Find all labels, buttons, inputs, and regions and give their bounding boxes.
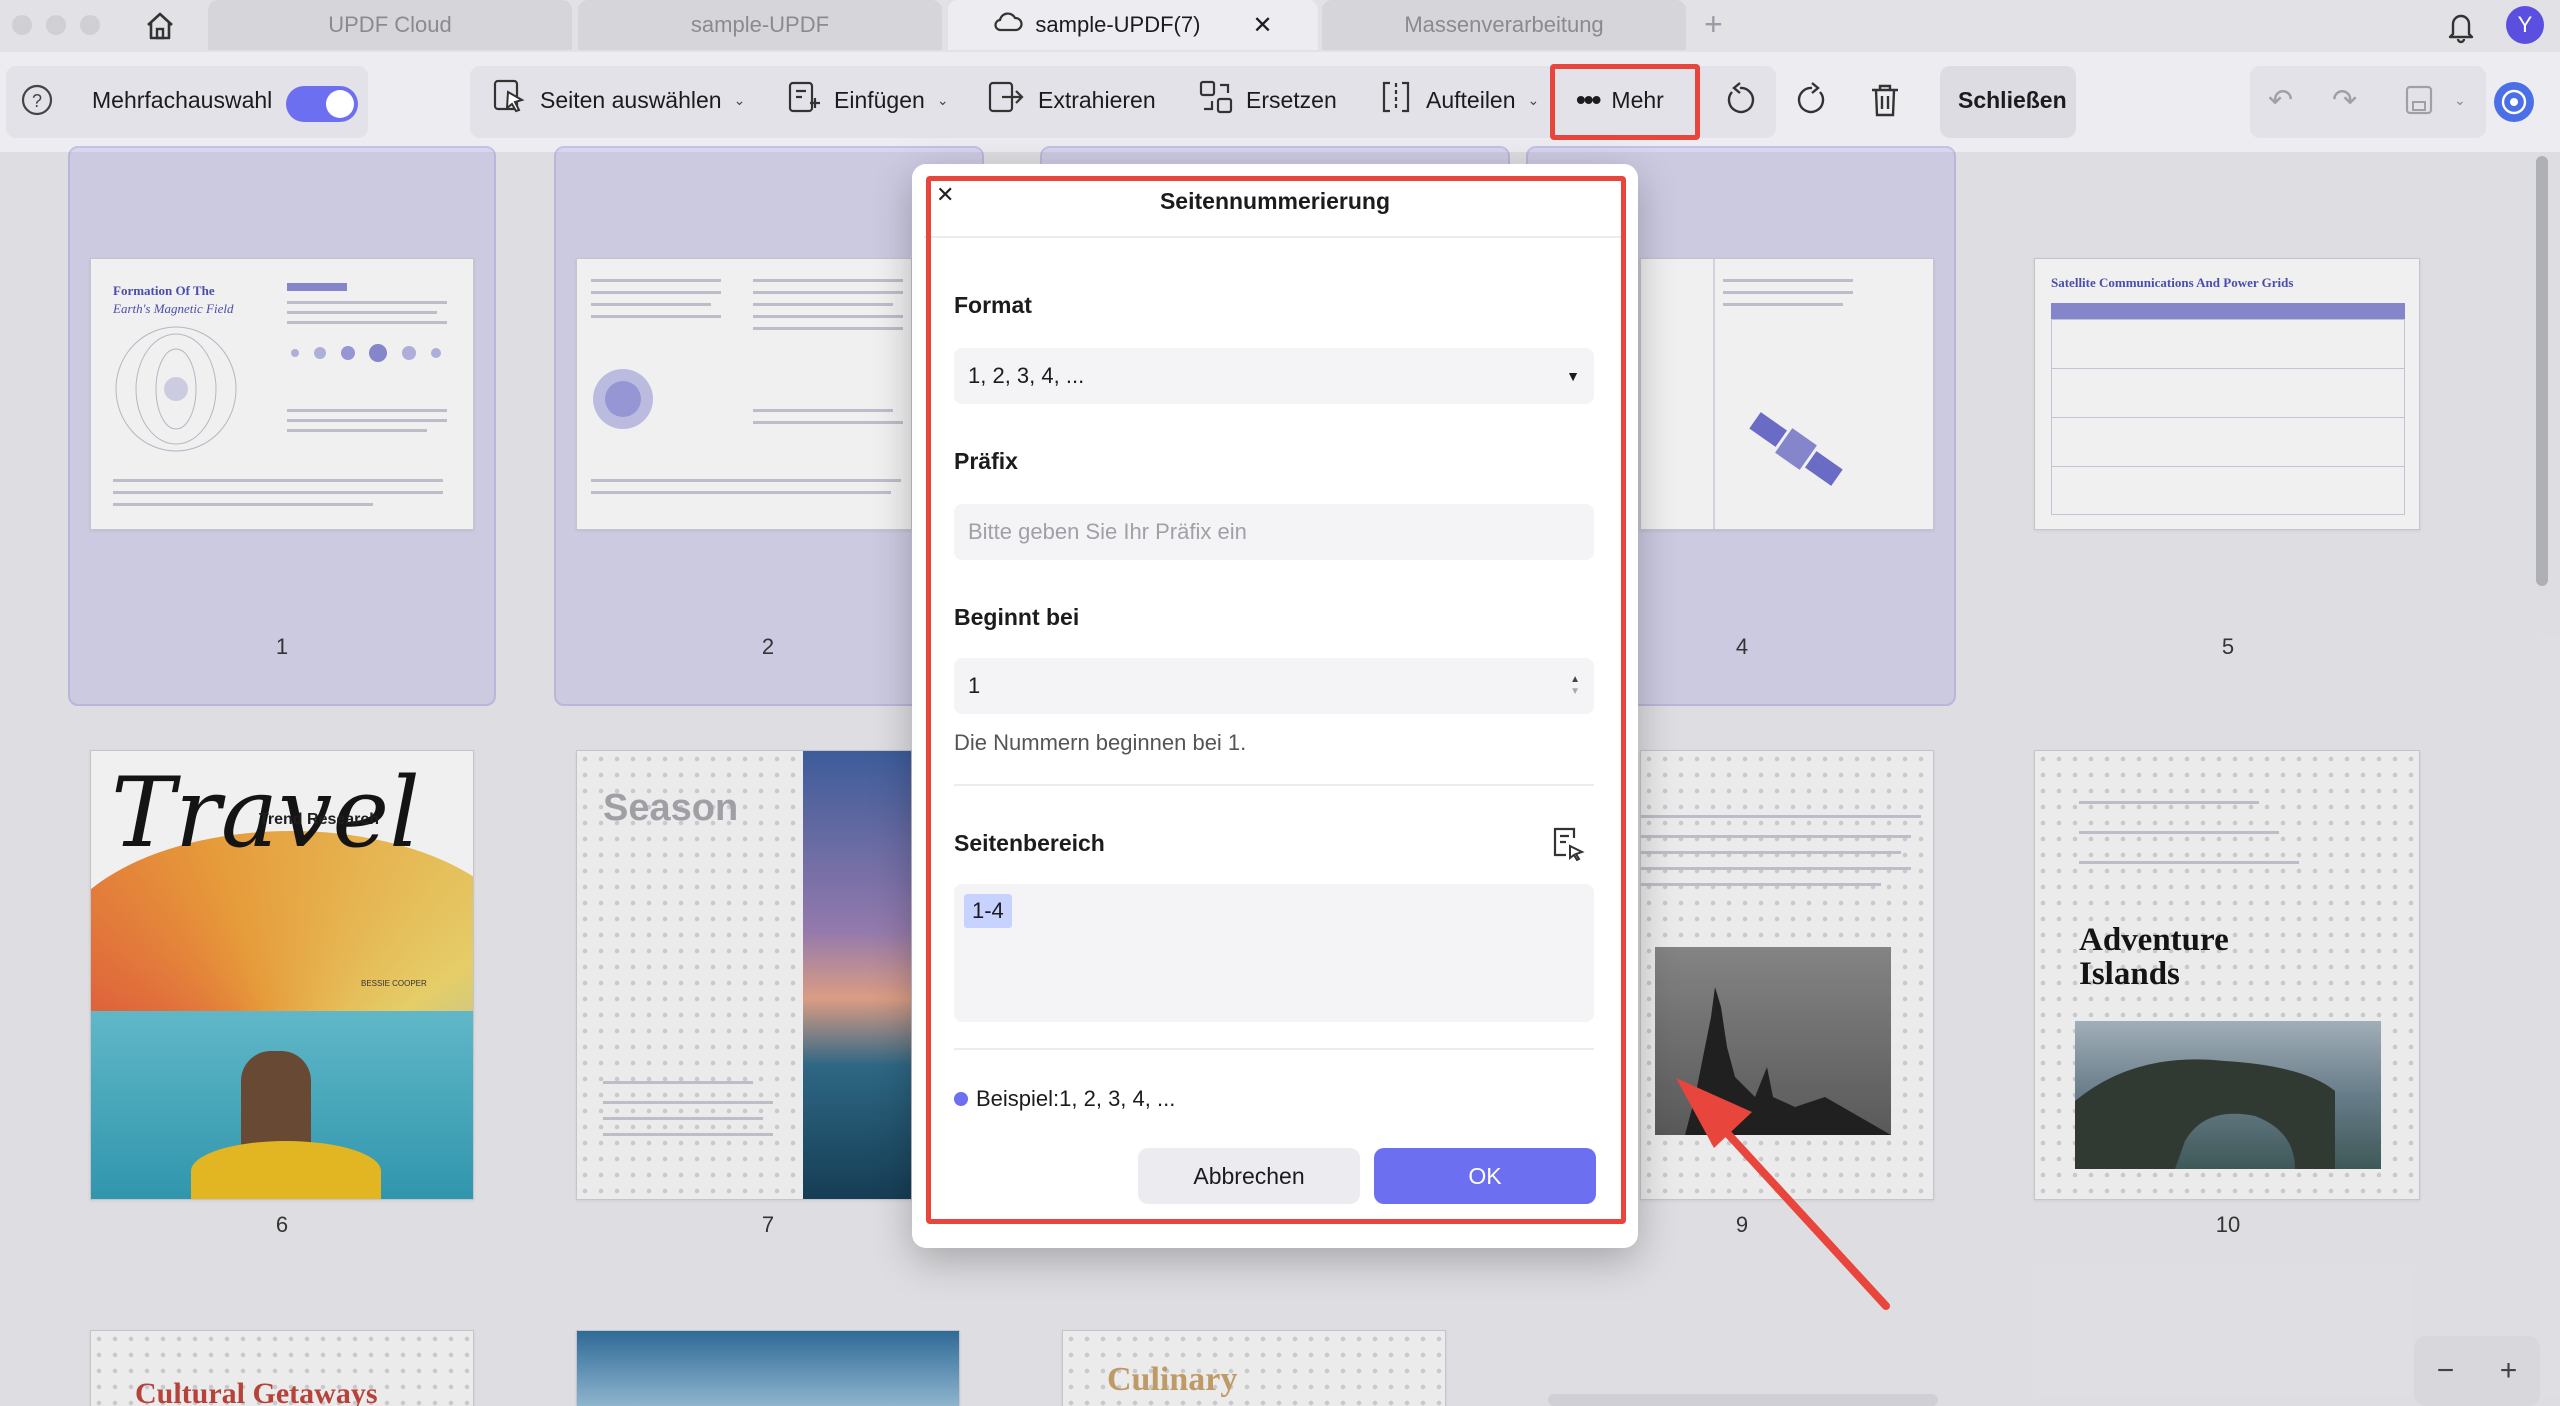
multi-select-toggle[interactable]: [286, 86, 358, 122]
annotation-arrow: [1676, 1078, 1890, 1310]
extract-icon: [986, 79, 1026, 121]
cursor-select-icon: [492, 78, 528, 122]
tab-updf-cloud[interactable]: UPDF Cloud: [208, 0, 572, 50]
split-button[interactable]: Aufteilen ⌄: [1378, 70, 1539, 130]
new-tab-plus-icon[interactable]: +: [1704, 6, 1723, 43]
trash-icon[interactable]: [1868, 70, 1902, 130]
insert-button[interactable]: Einfügen ⌄: [786, 70, 949, 130]
close-button[interactable]: Schließen: [1958, 70, 2067, 130]
rotate-right-icon[interactable]: [1794, 70, 1830, 130]
window-close-light[interactable]: [12, 15, 32, 35]
split-icon: [1378, 79, 1414, 121]
rotate-left-icon[interactable]: [1722, 70, 1758, 130]
chevron-down-icon[interactable]: ⌄: [2454, 70, 2466, 130]
multi-select-label: Mehrfachauswahl: [92, 86, 273, 113]
replace-icon: [1198, 79, 1234, 121]
save-icon[interactable]: [2404, 70, 2434, 130]
split-label: Aufteilen: [1426, 86, 1516, 113]
bell-icon[interactable]: [2444, 8, 2478, 49]
close-tab-icon[interactable]: ✕: [1252, 11, 1272, 40]
toolbar: ? Mehrfachauswahl Seiten auswählen ⌄ Ein…: [0, 52, 2560, 152]
tab-label: Massenverarbeitung: [1404, 12, 1604, 37]
help-icon[interactable]: ?: [20, 70, 54, 130]
undo-icon[interactable]: ↶: [2268, 70, 2293, 130]
svg-text:?: ?: [32, 91, 42, 111]
home-icon[interactable]: [140, 8, 180, 44]
tab-label: sample-UPDF: [690, 12, 830, 37]
more-highlight-box: [1550, 64, 1700, 140]
replace-label: Ersetzen: [1246, 86, 1337, 113]
user-avatar[interactable]: Y: [2506, 6, 2544, 44]
chevron-down-icon: ⌄: [733, 91, 746, 108]
replace-button[interactable]: Ersetzen: [1198, 70, 1337, 130]
window-minimize-light[interactable]: [46, 15, 66, 35]
extract-button[interactable]: Extrahieren: [986, 70, 1156, 130]
tab-bar: UPDF Cloud sample-UPDF sample-UPDF(7) ✕ …: [0, 0, 2560, 52]
tab-label: UPDF Cloud: [328, 12, 452, 37]
cloud-icon: [993, 11, 1024, 39]
chevron-down-icon: ⌄: [936, 91, 949, 108]
redo-icon[interactable]: ↷: [2332, 70, 2357, 130]
tab-label: sample-UPDF(7): [1035, 12, 1201, 37]
extract-label: Extrahieren: [1038, 86, 1156, 113]
window-zoom-light[interactable]: [80, 15, 100, 35]
chevron-down-icon: ⌄: [1527, 91, 1540, 108]
dialog-highlight-box: [926, 176, 1626, 1224]
insert-page-icon: [786, 79, 822, 121]
insert-label: Einfügen: [834, 86, 925, 113]
tab-massenverarbeitung[interactable]: Massenverarbeitung: [1322, 0, 1686, 50]
select-pages-button[interactable]: Seiten auswählen ⌄: [492, 70, 745, 130]
tab-sample-updf[interactable]: sample-UPDF: [578, 0, 942, 50]
ai-assistant-icon[interactable]: [2494, 82, 2534, 122]
select-pages-label: Seiten auswählen: [540, 86, 722, 113]
tab-sample-updf-7[interactable]: sample-UPDF(7) ✕: [948, 0, 1318, 50]
